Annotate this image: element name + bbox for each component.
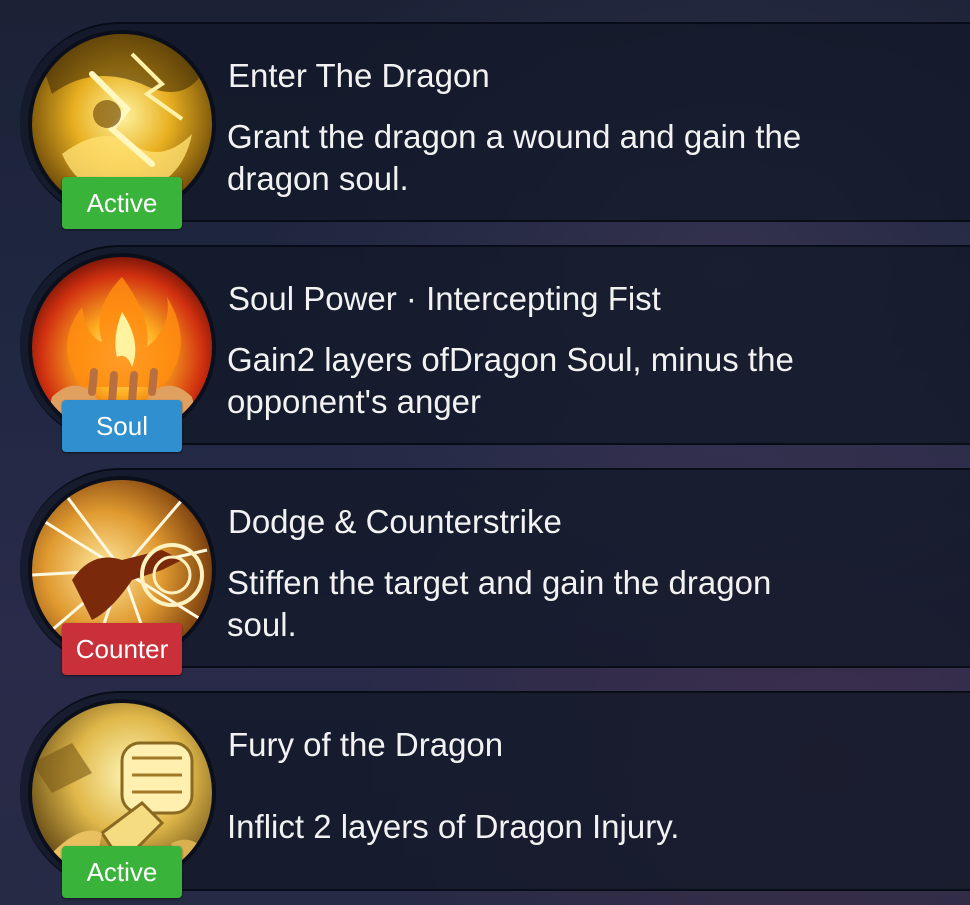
tag-badge: Soul [62, 400, 182, 452]
skill-title: Fury of the Dragon [228, 726, 504, 763]
skill-description: Stiffen the target and gain the dragon s… [227, 564, 772, 643]
skill-title: Soul Power · Intercepting Fist [228, 280, 661, 317]
tag-badge: Counter [62, 623, 182, 675]
skill-description: Grant the dragon a wound and gain the dr… [227, 118, 802, 197]
skill-description: Gain2 layers ofDragon Soul, minus the op… [227, 341, 794, 420]
skill-title: Enter The Dragon [228, 57, 490, 94]
skill-card-enter-the-dragon[interactable]: Active Enter The Dragon Grant the dragon… [20, 22, 970, 229]
skill-card-dodge-counterstrike[interactable]: Counter Dodge & Counterstrike Stiffen th… [20, 468, 970, 675]
skill-description: Inflict 2 layers of Dragon Injury. [227, 808, 680, 845]
tag-badge: Active [62, 846, 182, 898]
skill-card-fury-of-the-dragon[interactable]: Active Fury of the Dragon Inflict 2 laye… [20, 691, 970, 898]
skill-card-soul-power[interactable]: Soul Soul Power · Intercepting Fist Gain… [20, 245, 970, 452]
skill-title: Dodge & Counterstrike [228, 503, 562, 540]
tag-badge: Active [62, 177, 182, 229]
